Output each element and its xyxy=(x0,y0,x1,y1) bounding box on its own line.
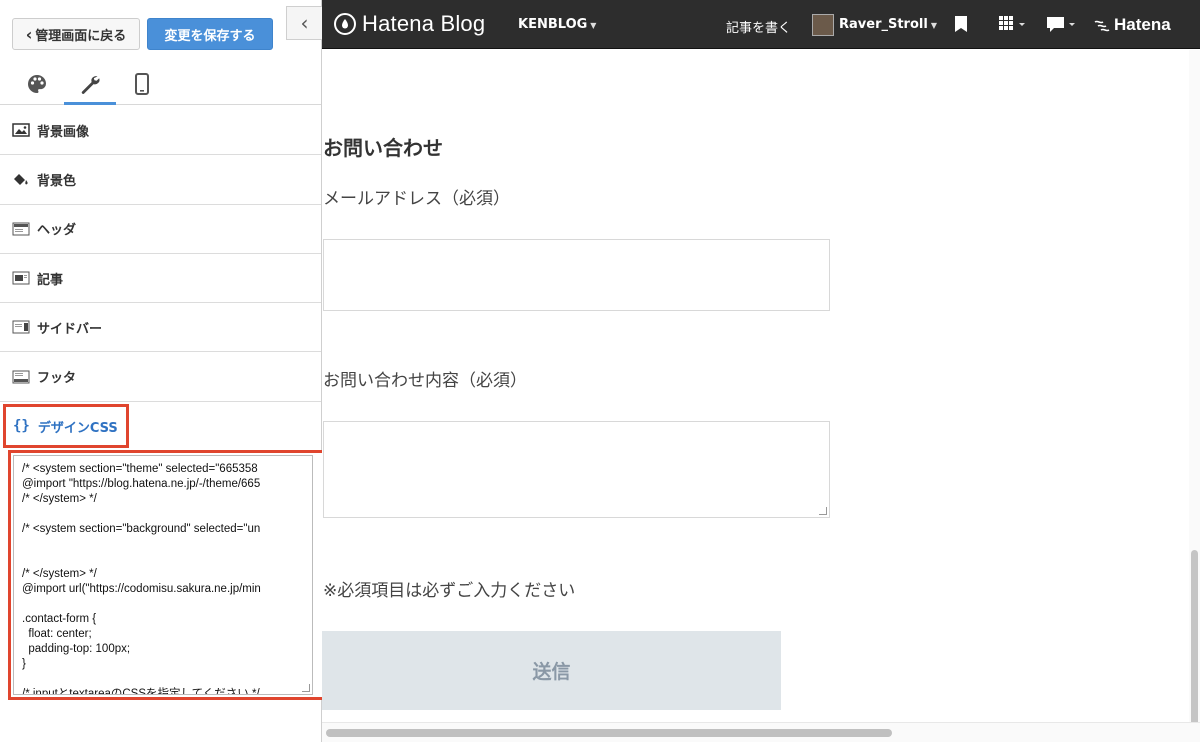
user-menu[interactable]: Raver_Stroll ▼ xyxy=(839,17,937,32)
caret-down-icon: ▼ xyxy=(590,21,597,30)
menu-item-label: ヘッダ xyxy=(37,223,77,239)
bookmark-icon xyxy=(955,16,967,32)
write-article-link[interactable]: 記事を書く xyxy=(726,17,791,36)
email-label: メールアドレス（必須） xyxy=(323,189,510,209)
smartphone-icon xyxy=(135,73,149,95)
hatena-wave-icon xyxy=(1094,20,1110,32)
required-note: ※必須項目は必ずご入力ください xyxy=(323,581,576,601)
chevron-left-icon: ‹ xyxy=(300,11,309,35)
resize-grip-icon[interactable] xyxy=(302,684,310,692)
horizontal-scrollbar-thumb[interactable] xyxy=(326,729,892,737)
tab-customize[interactable] xyxy=(64,64,116,105)
hatena-blog-mark-icon xyxy=(334,13,356,35)
tab-smartphone[interactable] xyxy=(116,64,168,104)
menu-item-label: 記事 xyxy=(37,272,64,288)
contact-form: お問い合わせ メールアドレス（必須） お問い合わせ内容（必須） ※必須項目は必ず… xyxy=(322,50,1200,742)
customize-panel: ‹ 管理画面に戻る 変更を保存する ‹ 背景画像 背景色 ヘッダ 記事 サイドバ… xyxy=(0,0,326,742)
menu-item-label: 背景画像 xyxy=(37,124,90,140)
header-layout-icon xyxy=(12,222,30,236)
code-braces-icon: {} xyxy=(13,418,30,434)
paint-bucket-icon xyxy=(14,174,28,186)
bookmark-button[interactable] xyxy=(954,15,968,37)
form-heading: お問い合わせ xyxy=(323,136,443,160)
blog-preview: Hatena Blog KENBLOG ▼ 記事を書く Raver_Stroll ▼ xyxy=(322,0,1200,742)
customize-menu: 背景画像 背景色 ヘッダ 記事 サイドバー フッタ xyxy=(0,106,321,402)
collapse-panel-button[interactable]: ‹ xyxy=(286,6,322,40)
menu-item-background-image[interactable]: 背景画像 xyxy=(0,106,321,156)
menu-item-footer[interactable]: フッタ xyxy=(0,352,321,402)
hatena-brand-text: Hatena xyxy=(1114,15,1171,34)
message-textarea[interactable] xyxy=(323,421,830,518)
menu-item-design-css[interactable]: {} デザインCSS xyxy=(3,404,129,448)
design-css-textarea[interactable]: /* <system section="theme" selected="665… xyxy=(13,455,313,695)
speech-bubble-icon xyxy=(1047,17,1075,32)
horizontal-scrollbar[interactable] xyxy=(322,722,1200,742)
back-to-admin-button[interactable]: ‹ 管理画面に戻る xyxy=(12,18,140,50)
sidebar-layout-icon xyxy=(12,320,30,334)
email-field[interactable] xyxy=(323,239,830,311)
wrench-icon xyxy=(81,76,100,94)
menu-item-label: サイドバー xyxy=(37,321,103,337)
notifications-button[interactable] xyxy=(1046,16,1076,38)
design-css-section: {} デザインCSS /* <system section="theme" se… xyxy=(0,402,326,708)
apps-menu-button[interactable] xyxy=(998,15,1026,37)
article-layout-icon xyxy=(12,271,30,285)
blog-selector[interactable]: KENBLOG ▼ xyxy=(518,17,596,32)
menu-item-label: フッタ xyxy=(37,371,77,387)
css-editor-highlight: /* <system section="theme" selected="665… xyxy=(8,450,326,700)
footer-layout-icon xyxy=(12,370,30,384)
avatar[interactable] xyxy=(812,14,834,36)
menu-item-label: デザインCSS xyxy=(37,420,118,436)
hatena-brand-link[interactable]: Hatena xyxy=(1094,15,1171,35)
menu-item-sidebar[interactable]: サイドバー xyxy=(0,303,321,353)
submit-button[interactable]: 送信 xyxy=(322,631,781,710)
grid-icon xyxy=(999,16,1025,30)
message-label: お問い合わせ内容（必須） xyxy=(323,371,527,391)
menu-item-header[interactable]: ヘッダ xyxy=(0,205,321,254)
vertical-scrollbar[interactable] xyxy=(1189,50,1200,742)
panel-tabs xyxy=(0,58,321,105)
save-changes-button[interactable]: 変更を保存する xyxy=(147,18,273,50)
resize-grip-icon[interactable] xyxy=(819,507,827,515)
image-icon xyxy=(12,123,30,137)
hatena-blog-logo[interactable]: Hatena Blog xyxy=(334,11,485,37)
tab-design[interactable] xyxy=(11,64,63,104)
panel-toolbar: ‹ 管理画面に戻る 変更を保存する ‹ xyxy=(0,0,322,56)
menu-item-background-color[interactable]: 背景色 xyxy=(0,155,321,205)
caret-down-icon: ▼ xyxy=(930,21,937,30)
back-button-label: 管理画面に戻る xyxy=(35,28,127,44)
username: Raver_Stroll xyxy=(839,17,928,32)
global-header: Hatena Blog KENBLOG ▼ 記事を書く Raver_Stroll ▼ xyxy=(322,0,1200,49)
menu-item-article[interactable]: 記事 xyxy=(0,254,321,304)
vertical-scrollbar-thumb[interactable] xyxy=(1191,550,1198,738)
palette-icon xyxy=(28,75,47,93)
menu-item-label: 背景色 xyxy=(37,173,77,189)
blog-name: KENBLOG xyxy=(518,17,588,32)
chevron-left-icon: ‹ xyxy=(25,24,33,44)
logo-text: Hatena Blog xyxy=(362,11,486,36)
